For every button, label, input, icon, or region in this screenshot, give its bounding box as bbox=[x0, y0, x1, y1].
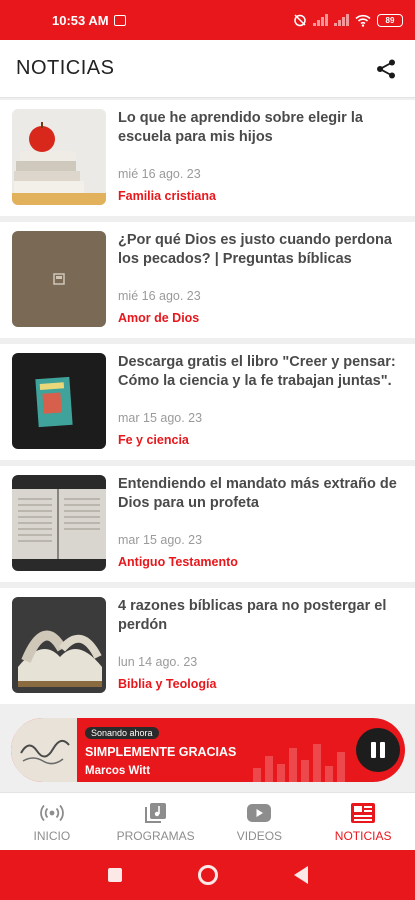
tab-label: INICIO bbox=[33, 828, 71, 843]
recents-icon[interactable] bbox=[107, 868, 122, 882]
news-title: Descarga gratis el libro "Creer y pensar… bbox=[118, 354, 396, 389]
tab-label: PROGRAMAS bbox=[116, 828, 195, 843]
news-item[interactable]: Entendiendo el mandato más extraño de Di… bbox=[0, 466, 415, 582]
news-item[interactable]: ¿Por qué Dios es justo cuando perdona lo… bbox=[0, 222, 415, 338]
bottom-tab-bar: INICIO PROGRAMAS VIDEOS NOTICIAS bbox=[0, 792, 415, 850]
news-category[interactable]: Familia cristiana bbox=[118, 189, 403, 203]
system-nav-bar bbox=[0, 850, 415, 900]
alarm-off-icon bbox=[294, 14, 306, 27]
tab-noticias[interactable]: NOTICIAS bbox=[311, 793, 415, 850]
news-date: lun 14 ago. 23 bbox=[118, 655, 198, 669]
tab-label: NOTICIAS bbox=[334, 828, 392, 843]
news-date: mar 15 ago. 23 bbox=[118, 411, 203, 425]
pause-icon bbox=[371, 742, 376, 758]
news-date: mié 16 ago. 23 bbox=[118, 167, 201, 181]
signal-1-icon bbox=[313, 14, 328, 26]
equalizer-decoration bbox=[253, 742, 345, 782]
artist-name: Marcos Witt bbox=[85, 765, 151, 777]
news-title: 4 razones bíblicas para no postergar el … bbox=[118, 598, 387, 633]
status-time: 10:53 AM bbox=[52, 12, 109, 28]
news-title: Lo que he aprendido sobre elegir la escu… bbox=[118, 110, 363, 145]
home-icon[interactable] bbox=[197, 865, 218, 885]
news-title: Entendiendo el mandato más extraño de Di… bbox=[118, 476, 397, 511]
signal-2-icon bbox=[334, 14, 349, 26]
playlist-icon bbox=[144, 802, 166, 823]
news-item[interactable]: Descarga gratis el libro "Creer y pensar… bbox=[0, 344, 415, 460]
news-category[interactable]: Biblia y Teología bbox=[118, 677, 403, 691]
news-icon bbox=[351, 802, 376, 823]
tab-programas[interactable]: PROGRAMAS bbox=[104, 793, 208, 850]
news-category[interactable]: Amor de Dios bbox=[118, 311, 403, 325]
news-feed[interactable]: Lo que he aprendido sobre elegir la escu… bbox=[0, 100, 415, 710]
radio-icon bbox=[40, 804, 64, 821]
news-date: mié 16 ago. 23 bbox=[118, 289, 201, 303]
share-icon bbox=[377, 59, 395, 78]
now-playing-badge: Sonando ahora bbox=[85, 727, 159, 739]
news-category[interactable]: Fe y ciencia bbox=[118, 433, 403, 447]
news-item[interactable]: Lo que he aprendido sobre elegir la escu… bbox=[0, 100, 415, 216]
news-item[interactable]: 4 razones bíblicas para no postergar el … bbox=[0, 588, 415, 704]
news-date: mar 15 ago. 23 bbox=[118, 533, 203, 547]
tab-label: VIDEOS bbox=[236, 828, 283, 843]
page-title: NOTICIAS bbox=[16, 57, 115, 79]
news-thumbnail-book-cover bbox=[12, 353, 106, 449]
app-bar: NOTICIAS bbox=[0, 40, 415, 98]
news-title: ¿Por qué Dios es justo cuando perdona lo… bbox=[118, 232, 392, 267]
youtube-icon bbox=[247, 803, 272, 822]
tab-videos[interactable]: VIDEOS bbox=[208, 793, 312, 850]
news-thumbnail-book-pages bbox=[12, 597, 106, 693]
status-bar: 10:53 AM 89 bbox=[0, 0, 415, 40]
back-icon[interactable] bbox=[293, 866, 308, 884]
share-button[interactable] bbox=[373, 56, 399, 82]
news-thumbnail-apple-books bbox=[12, 109, 106, 205]
tab-inicio[interactable]: INICIO bbox=[0, 793, 104, 850]
battery-level: 89 bbox=[385, 15, 395, 25]
sim-icon bbox=[113, 14, 126, 26]
pause-button[interactable] bbox=[356, 728, 400, 772]
album-art bbox=[11, 718, 77, 782]
battery-icon: 89 bbox=[377, 13, 403, 27]
news-thumbnail-placeholder bbox=[12, 231, 106, 327]
news-category[interactable]: Antiguo Testamento bbox=[118, 555, 403, 569]
wifi-icon bbox=[355, 14, 371, 27]
now-playing-bar[interactable]: Sonando ahora SIMPLEMENTE GRACIAS Marcos… bbox=[11, 718, 405, 782]
news-thumbnail-open-bible bbox=[12, 475, 106, 571]
